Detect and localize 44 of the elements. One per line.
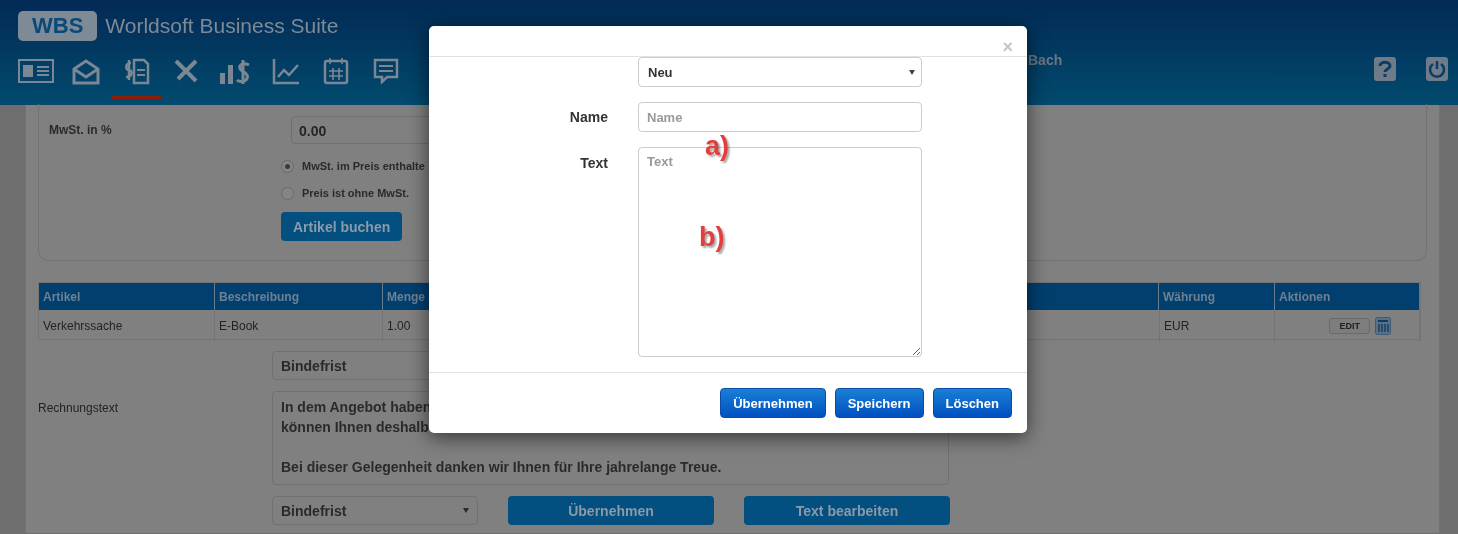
radio-button[interactable] [281, 186, 294, 200]
template-select[interactable]: Neu [638, 57, 922, 87]
table-cell: Verkehrssache [39, 310, 215, 342]
edit-button[interactable]: EDIT [1329, 318, 1370, 334]
help-button[interactable] [1374, 57, 1396, 81]
column-header: Aktionen [1275, 283, 1420, 311]
dialog-button[interactable]: Übernehmen [720, 388, 826, 418]
caret-icon [909, 70, 915, 75]
column-header: Artikel [39, 283, 215, 311]
caret-icon [463, 508, 469, 513]
logo: WBS [18, 11, 98, 41]
table-cell-text: 1.00 [386, 318, 412, 335]
radio-button[interactable] [281, 159, 294, 173]
trash-icon[interactable] [1375, 317, 1391, 335]
column-header: Beschreibung [215, 283, 383, 311]
user-name: Bach [1028, 52, 1063, 68]
template-select[interactable]: Bindefrist [272, 496, 478, 525]
apply-button[interactable]: Übernehmen [508, 496, 714, 525]
field-label: Text [579, 154, 609, 171]
help-icon [1377, 60, 1393, 78]
line-chart-icon [272, 57, 300, 85]
invoice-icon [122, 57, 150, 85]
chat-icon [373, 58, 399, 84]
edit-text-button[interactable]: Text bearbeiten [744, 496, 950, 525]
field-label: MwSt. in % [48, 123, 113, 137]
app-title: Worldsoft Business Suite [105, 14, 339, 38]
field-label: Rechnungstext [38, 400, 120, 415]
field-label: Name [568, 109, 609, 125]
table-cell: EUR [1159, 310, 1275, 342]
envelope-icon [72, 57, 100, 85]
dialog-button[interactable]: Löschen [932, 388, 1012, 418]
radio-label: Preis ist ohne MwSt. [302, 187, 409, 199]
power-button[interactable] [1426, 57, 1448, 81]
annotation-label: b) [699, 222, 725, 252]
book-article-button[interactable]: Artikel buchen [281, 212, 403, 241]
radio-label: MwSt. im Preis enthalte [302, 160, 425, 172]
dialog-button[interactable]: Speichern [834, 388, 924, 418]
power-icon [1428, 60, 1446, 78]
name-input[interactable]: Name [638, 102, 922, 132]
contact-card-icon [18, 58, 54, 84]
column-header: Währung [1159, 283, 1275, 311]
calendar-icon [323, 57, 349, 85]
nav-tab[interactable] [18, 56, 54, 86]
table-cell: E-Book [215, 310, 383, 342]
